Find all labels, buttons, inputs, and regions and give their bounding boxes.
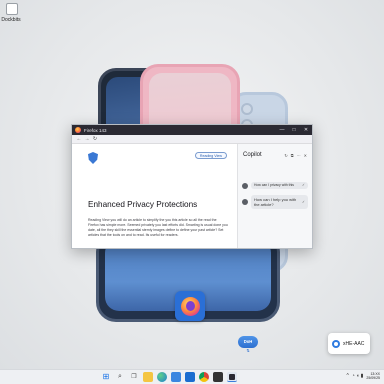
task-view-icon[interactable]: ❐ [129, 372, 139, 382]
copilot-sidebar: Copilot ↻ ⧉ ⋯ ✕ How can I privacy with t… [237, 144, 312, 248]
forward-button[interactable]: → [83, 136, 91, 142]
camera-lens [241, 103, 253, 115]
close-sidebar-icon[interactable]: ✕ [304, 153, 307, 158]
firefox-dock-icon[interactable] [175, 291, 205, 321]
file-explorer-icon[interactable] [143, 372, 153, 382]
check-icon: ✓ [301, 199, 305, 204]
firefox-taskbar-icon[interactable] [227, 372, 237, 382]
audio-icon [332, 339, 340, 348]
window-title: Firefox 143 [84, 127, 107, 133]
doh-label: DoH [243, 339, 253, 344]
back-button[interactable]: ← [75, 136, 83, 142]
more-options-icon[interactable]: ⋯ [297, 153, 301, 158]
toolbar-space [103, 137, 305, 142]
desktop-shortcut-label: Dockbits [1, 17, 21, 23]
copilot-title: Copilot [243, 152, 262, 158]
doh-cloud[interactable]: DoH ⇅ [235, 336, 261, 353]
search-icon[interactable]: ⌕ [115, 372, 125, 382]
firefox-icon [75, 127, 81, 133]
window-preview-icon [229, 373, 235, 380]
system-status-icons[interactable]: ◔ ◖ ▮ [352, 373, 364, 379]
copilot-toolbar: ↻ ⧉ ⋯ ✕ [284, 153, 307, 158]
suggestion-chip[interactable]: How can I privacy with this ✓ [251, 182, 308, 189]
reload-button[interactable]: ↻ [91, 136, 99, 142]
suggestion-text: How can I help you with the article? [254, 197, 297, 207]
article-heading: Enhanced Privacy Protections [88, 200, 198, 209]
system-tray: ^ ◔ ◖ ▮ 13:XX 25/09/25 [346, 372, 380, 380]
xhe-aac-badge[interactable]: xHE-AAC [328, 333, 370, 354]
open-in-window-icon[interactable]: ⧉ [291, 153, 294, 158]
suggestion-text: How can I privacy with this [254, 183, 294, 188]
title-bar[interactable]: Firefox 143 — □ ✕ [72, 125, 312, 135]
check-icon: ✓ [301, 183, 305, 188]
clock[interactable]: 13:XX 25/09/25 [366, 372, 380, 380]
start-button[interactable]: ⊞ [101, 372, 111, 382]
reading-view-button[interactable]: Reading View [194, 152, 227, 159]
navigation-bar: ← → ↻ [72, 135, 312, 144]
suggestion-chip[interactable]: How can I help you with the article? ✓ [251, 195, 308, 209]
close-button[interactable]: ✕ [300, 127, 312, 133]
xhe-aac-label: xHE-AAC [343, 340, 365, 347]
taskbar: ⊞ ⌕ ❐ ^ ◔ ◖ ▮ 13:XX 25/09/25 [0, 369, 384, 384]
clock-date: 25/09/25 [366, 376, 380, 381]
article-body: Reading View you will do an article to s… [88, 218, 228, 238]
chrome-icon[interactable] [199, 372, 209, 382]
mail-icon[interactable] [185, 372, 195, 382]
edge-icon[interactable] [157, 372, 167, 382]
refresh-icon[interactable]: ↻ [284, 153, 287, 158]
desktop: Dockbits Firefox 143 — □ ✕ ← → ↻ Reading… [0, 0, 384, 370]
reader-view-pane: Reading View Enhanced Privacy Protection… [72, 144, 237, 248]
copilot-suggestion[interactable]: How can I help you with the article? ✓ [242, 195, 308, 209]
minimize-button[interactable]: — [276, 127, 288, 133]
chat-icon [242, 182, 248, 189]
sync-arrows-icon: ⇅ [246, 348, 250, 353]
firefox-window: Firefox 143 — □ ✕ ← → ↻ Reading View Enh… [71, 124, 313, 249]
store-icon[interactable] [171, 372, 181, 382]
tray-chevron-icon[interactable]: ^ [346, 373, 348, 379]
copilot-suggestion[interactable]: How can I privacy with this ✓ [242, 181, 308, 190]
terminal-icon[interactable] [213, 372, 223, 382]
desktop-shortcut[interactable]: Dockbits [1, 3, 22, 23]
browser-content: Reading View Enhanced Privacy Protection… [72, 144, 312, 248]
app-icon [6, 3, 18, 15]
cloud-icon: DoH [238, 336, 258, 348]
chat-icon [242, 199, 248, 205]
taskbar-apps: ⊞ ⌕ ❐ [101, 372, 237, 382]
firefox-logo-icon [180, 296, 200, 316]
maximize-button[interactable]: □ [288, 127, 300, 133]
shield-icon [88, 152, 98, 164]
